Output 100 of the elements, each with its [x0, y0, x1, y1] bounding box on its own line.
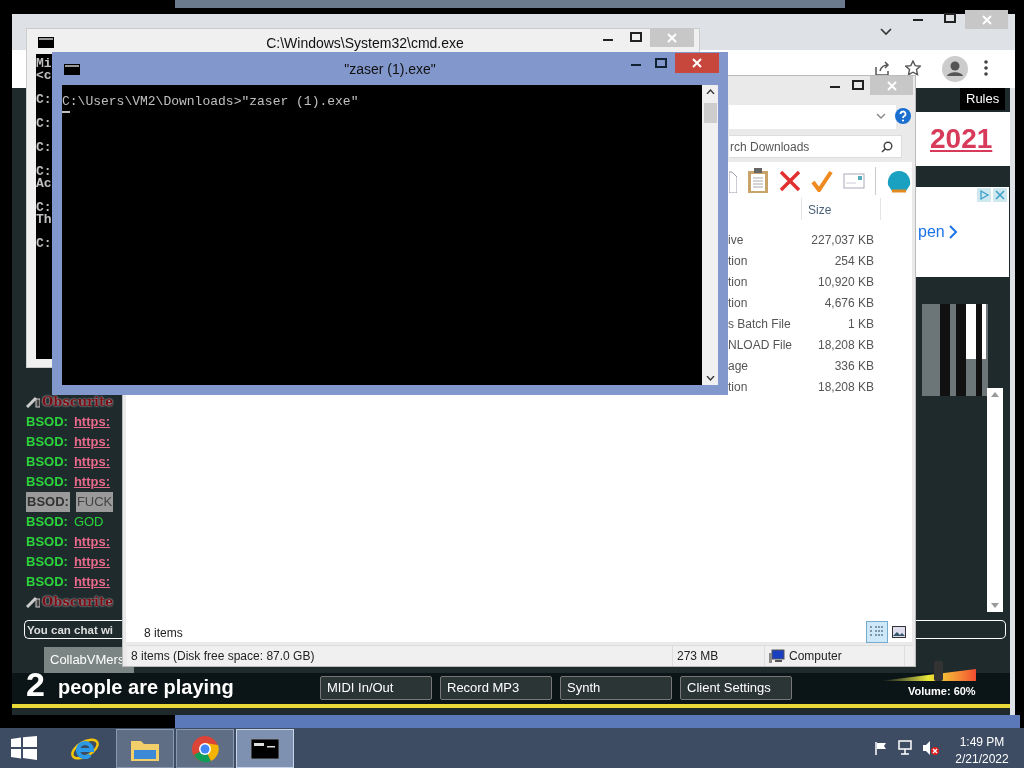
chat-username: BSOD:: [26, 492, 70, 512]
search-field[interactable]: rch Downloads: [729, 135, 902, 158]
status-text: 8 items (Disk free space: 87.0 GB): [131, 648, 315, 665]
close-icon: [667, 32, 677, 43]
console-text: C:: [36, 238, 53, 250]
chat-username: BSOD:: [26, 413, 68, 432]
chat-link[interactable]: https:: [73, 572, 110, 592]
menu-icon[interactable]: [983, 60, 989, 76]
chat-link[interactable]: https:: [73, 412, 110, 432]
console-text: C:: [36, 118, 53, 130]
chrome-icon: [191, 734, 219, 763]
control-button[interactable]: MIDI In/Out: [320, 676, 432, 700]
scroll-up-icon[interactable]: [705, 89, 715, 94]
window-title: "zaser (1).exe": [343, 60, 437, 79]
scroll-down-icon[interactable]: [705, 376, 715, 381]
chevron-down-icon[interactable]: [880, 28, 892, 36]
star-icon[interactable]: [905, 60, 921, 76]
file-type: NLOAD File: [728, 336, 792, 354]
clock-time[interactable]: 1:49 PM: [950, 733, 1014, 751]
search-icon[interactable]: [881, 141, 893, 153]
minimize-icon[interactable]: [603, 39, 613, 42]
console-text: C:: [36, 202, 53, 214]
console-icon: [38, 37, 54, 48]
rules-button[interactable]: Rules: [960, 88, 1006, 110]
chat-link[interactable]: https:: [73, 472, 110, 492]
control-button[interactable]: Synth: [560, 676, 672, 700]
close-icon: [692, 58, 702, 68]
username: Obscurite: [42, 393, 114, 412]
console-text: Ac: [36, 178, 53, 190]
file-type: tion: [728, 273, 748, 291]
pencil-icon: [26, 596, 40, 608]
scrollbar[interactable]: [702, 85, 718, 385]
chat-message: FUCK: [75, 492, 114, 512]
envelope-icon[interactable]: [843, 173, 865, 189]
close-icon: [981, 14, 992, 25]
console-text: C:\Users\VM2\Downloads>"zaser (1).exe": [62, 94, 360, 110]
file-type: tion: [728, 252, 748, 270]
cross-icon[interactable]: [779, 170, 801, 192]
ad-text: pen: [918, 222, 945, 242]
maximize-icon[interactable]: [852, 80, 864, 90]
window-title: C:\Windows\System32\cmd.exe: [265, 34, 465, 53]
file-type: tion: [728, 294, 748, 312]
maximize-icon[interactable]: [630, 32, 642, 42]
status-text: 273 MB: [677, 648, 719, 665]
file-size: 18,208 KB: [817, 336, 874, 354]
check-icon[interactable]: [811, 170, 833, 192]
avatar-icon[interactable]: [942, 56, 968, 82]
minimize-icon[interactable]: [913, 18, 923, 22]
maximize-icon[interactable]: [944, 13, 956, 23]
chat-input-edge[interactable]: [916, 620, 1006, 639]
file-size: 4,676 KB: [824, 294, 874, 312]
close-button[interactable]: [675, 53, 719, 73]
chat-username: BSOD:: [26, 573, 68, 592]
computer-icon: [769, 649, 785, 663]
chat-link[interactable]: https:: [73, 452, 110, 472]
chat-username: BSOD:: [26, 453, 68, 472]
shell-icon[interactable]: [886, 169, 912, 193]
file-size: 254 KB: [834, 252, 874, 270]
file-type: tion: [728, 378, 748, 396]
volume-thumb[interactable]: [933, 661, 943, 681]
console-icon: [251, 738, 279, 759]
chat-username: BSOD:: [26, 513, 68, 532]
file-size: 10,920 KB: [817, 273, 874, 291]
minimize-icon[interactable]: [631, 64, 641, 67]
status-text: Computer: [789, 648, 842, 665]
chat-input[interactable]: You can chat wi: [24, 620, 122, 639]
taskbar-button[interactable]: [236, 729, 294, 768]
control-button[interactable]: Client Settings: [680, 676, 792, 700]
clipboard-icon[interactable]: [747, 168, 769, 194]
column-header[interactable]: Size: [808, 201, 832, 219]
chat-username: BSOD:: [26, 433, 68, 452]
muted-speaker-icon[interactable]: [922, 740, 939, 756]
maximize-icon[interactable]: [655, 58, 667, 68]
chat-username: BSOD:: [26, 473, 68, 492]
control-button[interactable]: Record MP3: [440, 676, 552, 700]
file-size: 336 KB: [834, 357, 874, 375]
chat-link[interactable]: https:: [73, 552, 110, 572]
scroll-thumb[interactable]: [704, 103, 717, 123]
help-icon[interactable]: [895, 108, 911, 124]
item-count: 8 items: [144, 625, 183, 642]
chat-link[interactable]: https:: [73, 432, 110, 452]
heading-link[interactable]: 2021: [930, 122, 993, 156]
chat-link[interactable]: https:: [73, 532, 110, 552]
file-type: ive: [728, 231, 744, 249]
picture-icon[interactable]: [892, 626, 906, 638]
start-icon[interactable]: [11, 736, 37, 760]
clock-date[interactable]: 2/21/2022: [950, 750, 1014, 768]
share-icon[interactable]: [874, 61, 890, 76]
close-icon: [886, 80, 897, 91]
chevron-right-icon: [949, 225, 958, 239]
players-label: people are playing: [58, 675, 234, 699]
flag-icon[interactable]: [874, 741, 888, 755]
network-icon[interactable]: [898, 740, 914, 756]
file-type: age: [728, 357, 749, 375]
chat-username: BSOD:: [26, 533, 68, 552]
volume-reading: Volume: 60%: [908, 684, 976, 698]
console-text: <c: [36, 70, 53, 82]
file-size: 1 KB: [848, 315, 874, 333]
username: Obscurite: [42, 593, 114, 612]
file-size: 18,208 KB: [817, 378, 874, 396]
